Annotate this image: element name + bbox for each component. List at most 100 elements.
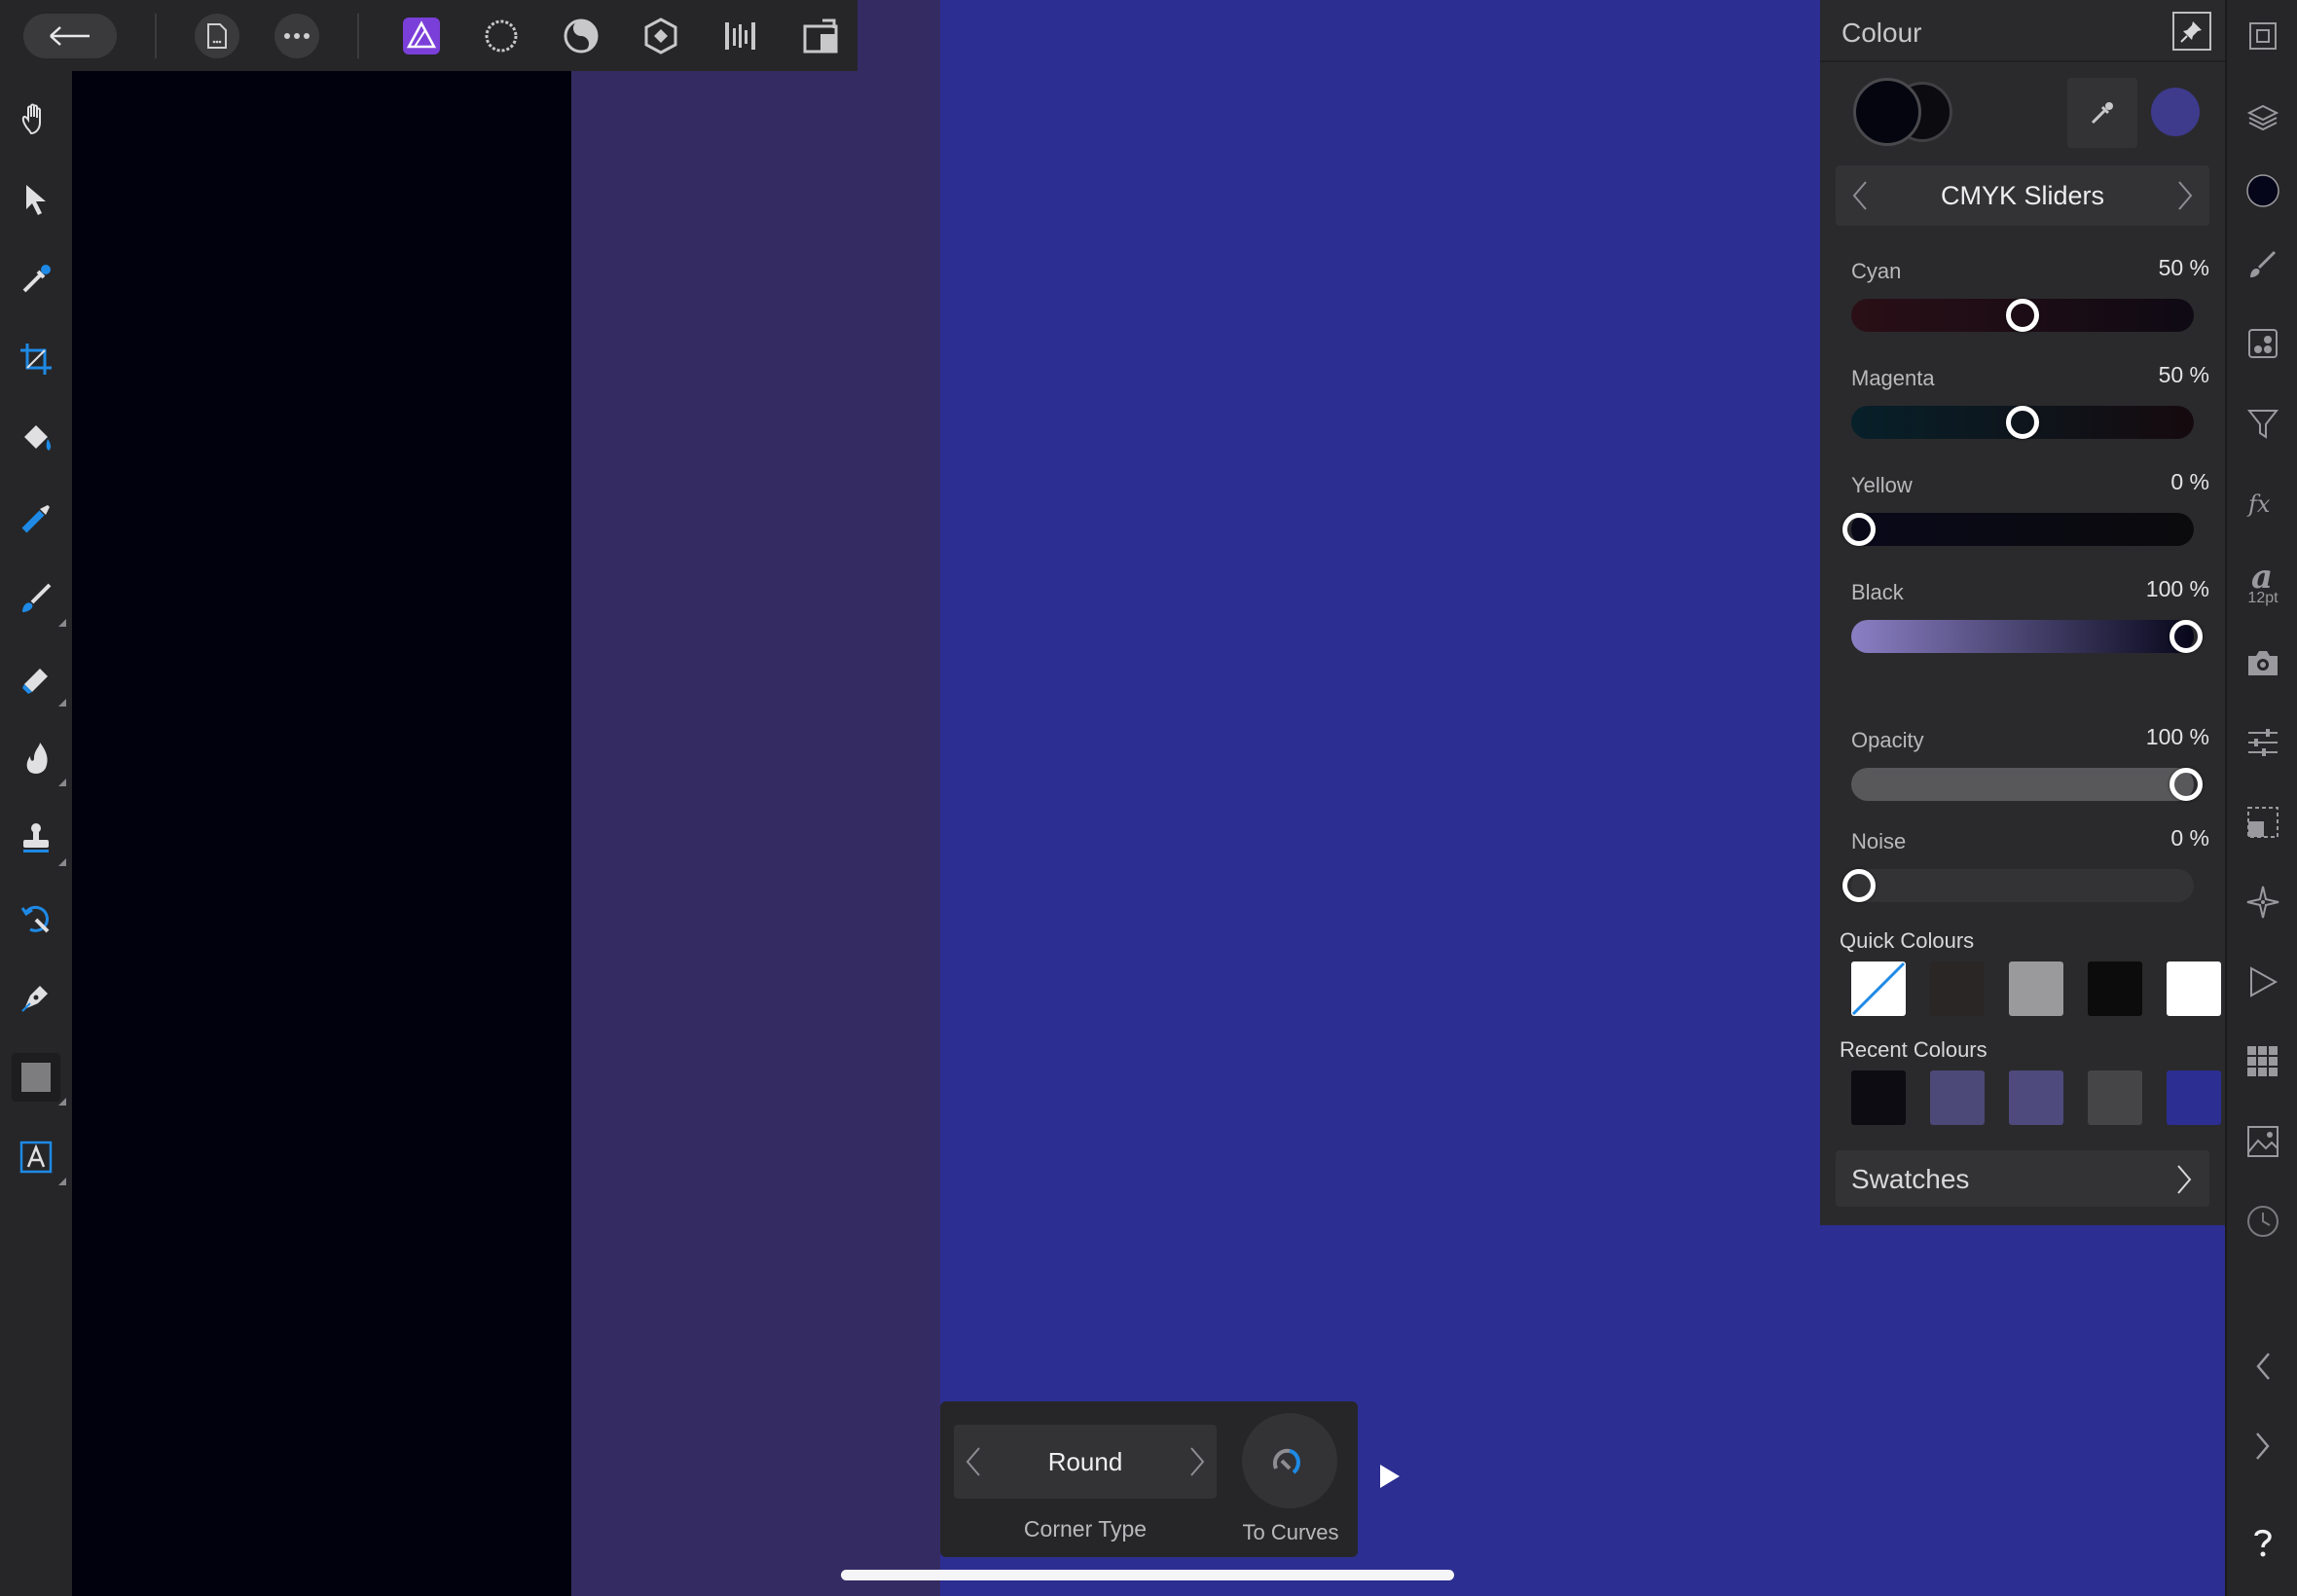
tool-flyout-indicator: [58, 858, 66, 866]
stock-studio-button[interactable]: [2239, 319, 2287, 368]
flood-fill-tool[interactable]: [12, 415, 60, 463]
chevron-right-icon: [2177, 1165, 2192, 1194]
more-button[interactable]: [274, 14, 319, 58]
layers-icon: [2247, 104, 2279, 131]
undo-brush-tool[interactable]: [12, 893, 60, 942]
pen-tool[interactable]: [12, 973, 60, 1022]
view-tool[interactable]: [12, 95, 60, 144]
canvas-purple-layer[interactable]: [571, 0, 940, 1596]
photo-persona-button[interactable]: [399, 14, 444, 58]
context-toolbar-expand-arrow[interactable]: [1380, 1465, 1400, 1488]
collapse-studio-left-button[interactable]: [2239, 1342, 2287, 1391]
fill-colour-well[interactable]: [1853, 78, 1921, 146]
black-slider-knob[interactable]: [2169, 620, 2203, 653]
compass-icon: [2246, 886, 2279, 919]
recent-colour-swatch[interactable]: [2009, 1070, 2063, 1125]
noise-slider-knob[interactable]: [1842, 869, 1876, 902]
tool-flyout-indicator: [58, 1098, 66, 1106]
opacity-value: 100 %: [2145, 724, 2209, 749]
colour-picker-tool[interactable]: [12, 255, 60, 304]
to-curves-button[interactable]: [1242, 1413, 1337, 1508]
pin-panel-button[interactable]: [2172, 12, 2211, 51]
quick-colours-label: Quick Colours: [1840, 928, 1975, 953]
question-mark-icon: [2254, 1529, 2272, 1557]
effects-studio-button[interactable]: fx: [2239, 479, 2287, 527]
tone-mapping-persona-button[interactable]: [638, 14, 683, 58]
canvas-dark-layer[interactable]: [72, 71, 571, 1596]
no-colour-swatch[interactable]: [1851, 961, 1906, 1016]
rectangle-tool[interactable]: [12, 1053, 66, 1106]
chevron-left-icon[interactable]: [966, 1446, 981, 1477]
history-studio-button[interactable]: [2239, 1197, 2287, 1246]
histogram-studio-button[interactable]: [2239, 1117, 2287, 1166]
colour-studio-button[interactable]: [2239, 166, 2287, 215]
export-persona-icon: [725, 22, 755, 50]
crop-tool[interactable]: [12, 335, 60, 383]
navigator-studio-button[interactable]: [2239, 12, 2287, 60]
snapping-studio-button[interactable]: [2239, 798, 2287, 847]
camera-icon: [2248, 651, 2278, 675]
recent-colour-swatch[interactable]: [1851, 1070, 1906, 1125]
collapse-studio-right-button[interactable]: [2239, 1422, 2287, 1470]
cyan-label: Cyan: [1851, 259, 1902, 283]
brush-icon: [2250, 250, 2277, 277]
back-button[interactable]: [23, 14, 117, 58]
burn-brush-tool[interactable]: [12, 734, 66, 786]
cyan-slider-knob[interactable]: [2006, 299, 2039, 332]
yellow-slider-track[interactable]: [1851, 513, 2194, 546]
navigator-compass-button[interactable]: [2239, 878, 2287, 926]
erase-brush-tool[interactable]: [12, 654, 66, 707]
quick-colour-swatch[interactable]: [1930, 961, 1985, 1016]
move-tool[interactable]: [12, 175, 60, 224]
colour-picker-button[interactable]: [2067, 78, 2137, 148]
liquify-persona-button[interactable]: [479, 14, 524, 58]
brushes-studio-button[interactable]: [2239, 239, 2287, 288]
character-studio-button[interactable]: a 12pt: [2239, 551, 2287, 615]
next-mode-chevron[interactable]: [2170, 179, 2200, 212]
export-persona-button[interactable]: [718, 14, 763, 58]
adjustments-studio-button[interactable]: [2239, 399, 2287, 448]
frame-text-icon: [19, 1141, 53, 1174]
quick-colour-swatch[interactable]: [2088, 961, 2142, 1016]
font-size-readout: 12pt: [2247, 590, 2279, 606]
yellow-label: Yellow: [1851, 473, 1913, 497]
camera-studio-button[interactable]: [2239, 638, 2287, 687]
eyedropper-icon: [22, 265, 51, 293]
opacity-label: Opacity: [1851, 728, 1924, 752]
black-value: 100 %: [2145, 576, 2209, 601]
magenta-slider-knob[interactable]: [2006, 406, 2039, 439]
export-slices-button[interactable]: [798, 14, 843, 58]
swatches-panel-link[interactable]: Swatches: [1836, 1150, 2209, 1207]
noise-slider-track[interactable]: [1851, 869, 2194, 902]
sliders-icon: [2248, 729, 2278, 756]
chevron-right-icon[interactable]: [1189, 1446, 1205, 1477]
recent-colour-swatch[interactable]: [2167, 1070, 2221, 1125]
yellow-slider-knob[interactable]: [1842, 513, 1876, 546]
paint-brush-tool[interactable]: [12, 574, 66, 627]
home-indicator[interactable]: [841, 1570, 1454, 1580]
previous-mode-chevron[interactable]: [1845, 179, 1875, 212]
macro-studio-button[interactable]: [2239, 958, 2287, 1006]
layers-studio-button[interactable]: [2239, 93, 2287, 142]
colour-mode-selector[interactable]: CMYK Sliders: [1836, 165, 2209, 226]
quick-colour-swatch[interactable]: [2009, 961, 2063, 1016]
black-slider-track[interactable]: [1851, 620, 2194, 653]
channels-studio-button[interactable]: [2239, 1037, 2287, 1086]
recent-colour-swatch[interactable]: [2088, 1070, 2142, 1125]
document-button[interactable]: [195, 14, 239, 58]
no-fill-slash-icon: [1851, 961, 1906, 1016]
develop-persona-button[interactable]: [559, 14, 603, 58]
liquify-persona-icon: [485, 19, 518, 53]
text-tool[interactable]: [12, 1133, 66, 1185]
back-arrow-icon: [50, 26, 90, 46]
transform-studio-button[interactable]: [2239, 718, 2287, 767]
picked-colour-swatch[interactable]: [2151, 88, 2200, 136]
recent-colour-swatch[interactable]: [1930, 1070, 1985, 1125]
quick-colour-swatch[interactable]: [2167, 961, 2221, 1016]
selection-brush-tool[interactable]: [12, 494, 60, 543]
clone-brush-tool[interactable]: [12, 814, 66, 866]
opacity-slider-track[interactable]: [1851, 768, 2194, 801]
help-button[interactable]: [2239, 1518, 2287, 1567]
opacity-slider-knob[interactable]: [2169, 768, 2203, 801]
corner-type-selector[interactable]: Round: [954, 1425, 1217, 1499]
